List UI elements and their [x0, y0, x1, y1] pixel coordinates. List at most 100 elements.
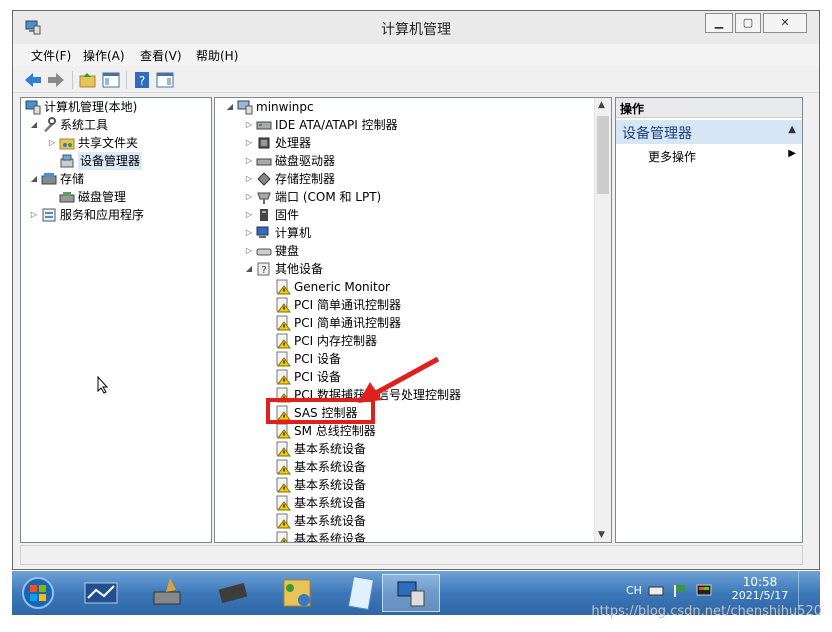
device-label: 基本系统设备 [294, 496, 367, 510]
storage-controller-icon [257, 172, 271, 186]
category-label: 磁盘驱动器 [275, 154, 336, 168]
processor-icon [258, 137, 270, 149]
device-label: Generic Monitor [294, 280, 390, 294]
help-icon[interactable]: ? [132, 70, 152, 90]
clock-date: 2021/5/17 [731, 589, 789, 602]
device-manager-icon [60, 154, 74, 168]
expand-arrow-icon[interactable]: ▷ [244, 242, 254, 260]
device-label: 基本系统设备 [294, 532, 367, 543]
forward-arrow-icon[interactable] [46, 70, 66, 90]
device-label: 基本系统设备 [294, 478, 367, 492]
category-label: 键盘 [275, 244, 300, 258]
shared-folder-icon [59, 138, 75, 150]
collapse-up-icon[interactable]: ▲ [788, 124, 796, 135]
title-bar[interactable]: 计算机管理 ▁ ▢ ✕ [13, 11, 819, 44]
menu-bar: 文件(F) 操作(A) 查看(V) 帮助(H) [13, 44, 819, 66]
close-button[interactable]: ✕ [763, 13, 807, 33]
expand-arrow-icon[interactable]: ▷ [244, 152, 254, 170]
tree-label: 磁盘管理 [78, 190, 127, 204]
up-folder-icon[interactable] [78, 70, 98, 90]
expand-arrow-icon[interactable]: ▷ [29, 206, 39, 224]
scrollbar-thumb[interactable] [597, 116, 609, 194]
status-bar [20, 545, 803, 565]
chip-device-icon[interactable] [206, 574, 260, 612]
server-manager-icon[interactable] [74, 574, 128, 612]
submenu-arrow-icon: ▶ [788, 148, 796, 159]
computer-management-icon [25, 100, 41, 115]
mouse-cursor-icon [97, 376, 109, 394]
tree-item-device-manager[interactable]: 设备管理器 [47, 152, 143, 170]
clock[interactable]: 10:58 2021/5/17 [730, 575, 790, 602]
computer-management-window: 计算机管理 ▁ ▢ ✕ 文件(F) 操作(A) 查看(V) 帮助(H) ? 计算… [12, 10, 820, 570]
control-panel-icon[interactable] [270, 574, 324, 612]
maximize-button[interactable]: ▢ [735, 13, 761, 33]
expand-arrow-icon[interactable]: ▷ [244, 134, 254, 152]
display-tray-icon[interactable] [696, 583, 712, 599]
svg-text:?: ? [261, 265, 266, 276]
tree-label: 服务和应用程序 [60, 208, 145, 222]
more-actions-item[interactable]: 更多操作 ▶ [648, 148, 798, 166]
expand-arrow-icon[interactable]: ▷ [244, 188, 254, 206]
category-label: 存储控制器 [275, 172, 336, 186]
services-icon [42, 208, 56, 222]
toolbar-separator [126, 71, 127, 89]
collapse-arrow-icon[interactable]: ◢ [244, 260, 254, 278]
menu-action[interactable]: 操作(A) [83, 47, 125, 64]
device-label: PCI 简单通讯控制器 [294, 298, 401, 312]
start-button-icon[interactable] [18, 574, 58, 612]
device-label: 基本系统设备 [294, 442, 367, 456]
keyboard-tray-icon[interactable] [648, 585, 664, 597]
firmware-icon [260, 209, 268, 221]
toolbar-separator [72, 71, 73, 89]
category-label: 固件 [275, 208, 300, 222]
category-label: 其他设备 [275, 262, 324, 276]
disk-drive-icon [256, 158, 272, 166]
menu-help[interactable]: 帮助(H) [196, 47, 238, 64]
warning-device-icon [276, 297, 291, 313]
warning-device-icon [276, 531, 288, 542]
expand-arrow-icon[interactable]: ▷ [244, 206, 254, 224]
tree-label: 共享文件夹 [78, 136, 139, 150]
device-label: PCI 设备 [294, 352, 341, 366]
input-language[interactable]: CH [626, 584, 642, 597]
cleanup-tool-icon[interactable] [140, 574, 194, 612]
warning-device-icon [276, 495, 291, 511]
device-label: 基本系统设备 [294, 514, 367, 528]
minimize-button[interactable]: ▁ [705, 13, 733, 33]
back-arrow-icon[interactable] [23, 70, 43, 90]
action-center-flag-icon[interactable] [672, 583, 688, 599]
expand-arrow-icon[interactable]: ▷ [244, 224, 254, 242]
show-hide-tree-icon[interactable] [101, 70, 121, 90]
disk-management-icon [59, 192, 75, 203]
tree-label: 计算机管理(本地) [44, 100, 138, 114]
menu-file[interactable]: 文件(F) [31, 47, 71, 64]
expand-arrow-icon[interactable]: ▷ [244, 170, 254, 188]
expand-arrow-icon[interactable]: ▷ [244, 116, 254, 134]
window-title: 计算机管理 [381, 22, 451, 38]
collapse-arrow-icon[interactable]: ◢ [29, 116, 39, 134]
collapse-arrow-icon[interactable]: ◢ [225, 98, 235, 116]
more-actions-label: 更多操作 [648, 150, 697, 164]
section-label: 设备管理器 [622, 126, 692, 142]
scroll-down-icon[interactable]: ▼ [598, 530, 605, 540]
vertical-scrollbar[interactable]: ▲ ▼ [594, 98, 611, 542]
scroll-up-icon[interactable]: ▲ [598, 100, 605, 110]
watermark-text: https://blog.csdn.net/chenshihu520 [591, 604, 822, 619]
expand-arrow-icon[interactable]: ▷ [47, 134, 57, 152]
clock-time: 10:58 [742, 575, 778, 589]
category-label: IDE ATA/ATAPI 控制器 [275, 118, 398, 132]
menu-view[interactable]: 查看(V) [140, 47, 182, 64]
tree-label: 存储 [60, 172, 85, 186]
computer-icon [237, 100, 253, 115]
actions-header: 操作 [616, 98, 802, 118]
warning-device-icon [276, 315, 291, 331]
actions-section-device-manager[interactable]: 设备管理器 ▲ [616, 120, 802, 144]
show-action-pane-icon[interactable] [155, 70, 175, 90]
warning-device-icon [276, 333, 291, 349]
computer-management-taskbar-button[interactable] [382, 574, 440, 612]
notepad-icon[interactable] [334, 574, 388, 612]
device-label: 基本系统设备 [294, 460, 367, 474]
category-label: 端口 (COM 和 LPT) [275, 190, 382, 204]
collapse-arrow-icon[interactable]: ◢ [29, 170, 39, 188]
root-label: minwinpc [256, 100, 314, 114]
